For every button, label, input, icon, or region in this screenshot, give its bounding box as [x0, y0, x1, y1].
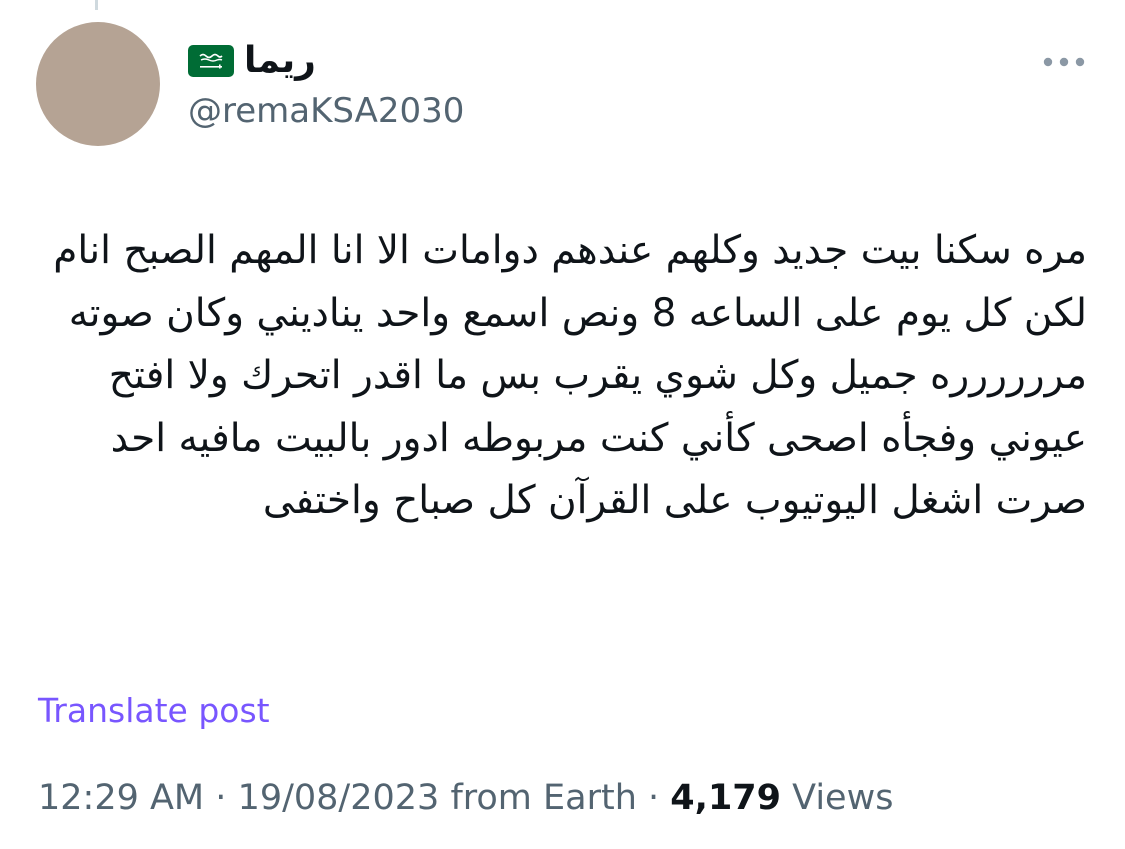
author-handle[interactable]: @remaKSA2030: [188, 88, 464, 134]
more-options-button[interactable]: [1036, 48, 1092, 76]
post-date[interactable]: 19/08/2023: [238, 778, 440, 818]
thread-connector-line: [95, 0, 98, 10]
avatar[interactable]: [36, 22, 160, 146]
author-display-name[interactable]: ريما: [244, 38, 316, 84]
views-count[interactable]: 4,179: [670, 778, 781, 818]
post-body-text: مره سكنا بيت جديد وكلهم عندهم دوامات الا…: [53, 228, 1087, 523]
post-source: from Earth: [450, 778, 637, 818]
more-horizontal-icon: [1043, 57, 1085, 67]
saudi-arabia-flag-icon: [188, 45, 234, 77]
post-metadata: 12:29 AM · 19/08/2023 from Earth · 4,179…: [38, 774, 893, 822]
meta-separator: ·: [215, 778, 227, 818]
views-label[interactable]: Views: [792, 778, 893, 818]
author-name-row[interactable]: ريما: [188, 38, 316, 84]
translate-post-link[interactable]: Translate post: [38, 688, 270, 734]
post-time[interactable]: 12:29 AM: [38, 778, 204, 818]
meta-separator: ·: [648, 778, 660, 818]
